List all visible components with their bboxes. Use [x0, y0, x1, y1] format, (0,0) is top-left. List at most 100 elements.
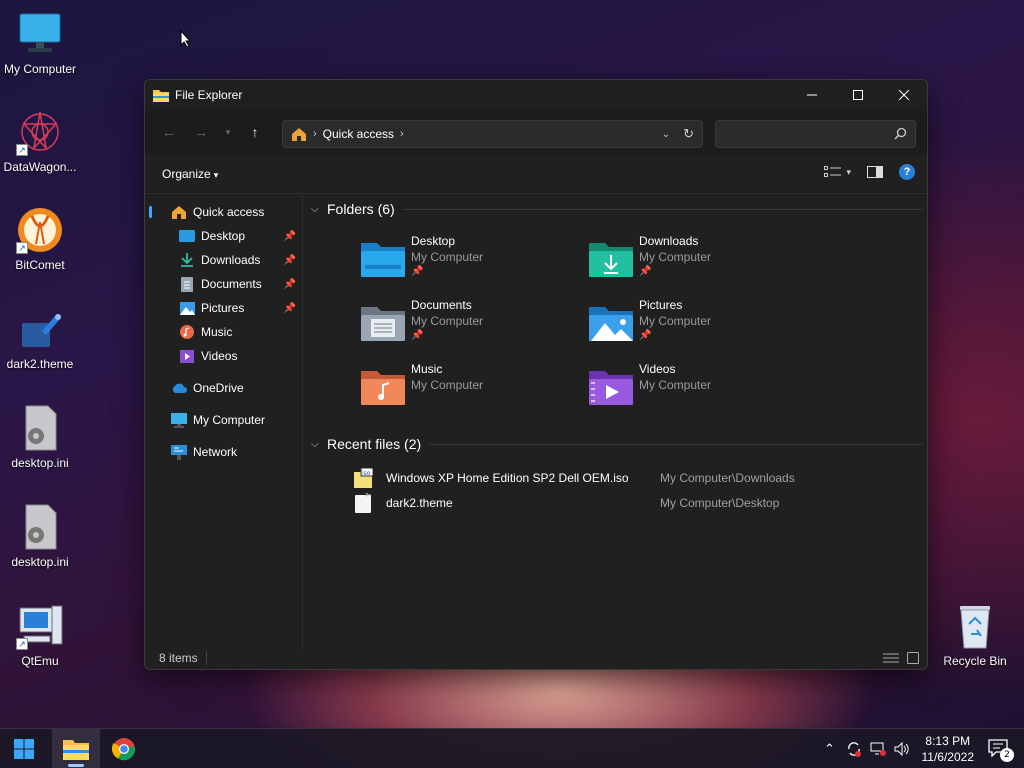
desktop-icon-recycle-bin[interactable]: Recycle Bin — [935, 602, 1015, 668]
folder-name: Music — [411, 362, 443, 376]
clock-time: 8:13 PM — [925, 734, 971, 748]
preview-pane-icon[interactable] — [867, 166, 883, 178]
search-box[interactable] — [715, 120, 916, 148]
folder-location: My Computer — [411, 314, 484, 328]
desktop-icon-my-computer[interactable]: My Computer — [0, 10, 80, 76]
chevron-down-icon: ⌵ — [311, 438, 319, 450]
desktop-icon-datawagon[interactable]: ↗ DataWagon... — [0, 108, 80, 174]
folder-location: My Computer — [411, 378, 484, 392]
sync-icon[interactable] — [842, 729, 866, 768]
home-icon — [292, 128, 306, 141]
desktop-icon — [179, 228, 195, 244]
title-bar[interactable]: File Explorer — [145, 80, 927, 110]
back-button[interactable]: ← — [153, 118, 185, 146]
downloads-folder-icon — [589, 243, 633, 277]
sidebar-item-music[interactable]: Music — [145, 320, 302, 344]
organize-button[interactable]: Organize ▾ — [162, 167, 218, 181]
sidebar-item-label: Pictures — [201, 301, 245, 315]
sidebar-item-network[interactable]: Network — [145, 440, 302, 464]
file-explorer-window[interactable]: File Explorer ← → ▾ ↑ › Quick access › ⌄… — [144, 79, 928, 670]
recent-files-group-header[interactable]: ⌵ Recent files (2) — [311, 436, 923, 452]
desktop-icon-label: BitComet — [15, 258, 65, 272]
file-location: My Computer\Downloads — [660, 471, 795, 485]
chevron-down-icon: ▾ — [225, 126, 231, 137]
sidebar-item-desktop[interactable]: Desktop 📌 — [145, 224, 302, 248]
folder-tile-downloads[interactable]: Downloads My Computer 📌 — [589, 233, 809, 289]
volume-icon[interactable] — [890, 729, 914, 768]
documents-folder-icon — [361, 307, 405, 341]
file-name: Windows XP Home Edition SP2 Dell OEM.iso — [386, 471, 629, 485]
address-bar[interactable]: › Quick access › ⌄ ↻ — [282, 120, 703, 148]
desktop-icon-desktop-ini-1[interactable]: desktop.ini — [0, 404, 80, 470]
folder-tile-documents[interactable]: Documents My Computer 📌 — [361, 297, 581, 353]
chevron-down-icon[interactable]: ⌄ — [662, 129, 670, 140]
taskbar-file-explorer[interactable] — [52, 728, 100, 768]
pin-icon: 📌 — [411, 266, 424, 277]
breadcrumb[interactable]: Quick access — [323, 127, 394, 141]
taskbar-chrome[interactable] — [100, 729, 148, 768]
search-input[interactable] — [716, 121, 886, 147]
view-options-button[interactable]: ▾ — [824, 166, 851, 178]
desktop-icon-label: My Computer — [3, 62, 77, 76]
desktop-icon-label: DataWagon... — [3, 160, 77, 174]
sidebar-item-documents[interactable]: Documents 📌 — [145, 272, 302, 296]
close-button[interactable] — [881, 80, 927, 110]
desktop-icon-label: desktop.ini — [11, 456, 69, 470]
settings-file-icon — [16, 404, 64, 452]
pin-icon: 📌 — [283, 278, 296, 290]
chevron-up-icon[interactable]: ⌃ — [818, 729, 842, 768]
folder-tile-desktop[interactable]: Desktop My Computer 📌 — [361, 233, 581, 289]
recent-file-row-iso[interactable] — [355, 545, 915, 569]
folders-group-header[interactable]: ⌵ Folders (6) — [311, 201, 923, 217]
settings-file-icon — [16, 503, 64, 551]
pictures-icon — [179, 300, 195, 316]
recent-file-row[interactable]: dark2.theme My Computer\Desktop — [353, 491, 913, 515]
chevron-down-icon: ⌵ — [311, 203, 319, 215]
status-bar: 8 items — [145, 647, 927, 669]
notification-center-button[interactable]: 2 — [988, 739, 1014, 762]
minimize-button[interactable] — [789, 80, 835, 110]
home-icon — [171, 204, 187, 220]
desktop-icon-desktop-ini-2[interactable]: desktop.ini — [0, 503, 80, 569]
refresh-icon[interactable]: ↻ — [683, 126, 694, 142]
search-icon — [894, 127, 907, 140]
item-count: 8 items — [159, 651, 207, 665]
start-button[interactable] — [0, 729, 48, 768]
desktop-icon-qtemu[interactable]: ↗ QtEmu — [0, 602, 80, 668]
sidebar-item-my-computer[interactable]: My Computer — [145, 408, 302, 432]
computer-icon — [171, 412, 187, 428]
folder-tile-pictures[interactable]: Pictures My Computer 📌 — [589, 297, 809, 353]
recent-locations-button[interactable]: ▾ — [217, 118, 239, 146]
folder-tile-music[interactable]: Music My Computer — [361, 361, 581, 417]
folder-tile-videos[interactable]: Videos My Computer — [589, 361, 809, 417]
forward-button[interactable]: → — [185, 118, 217, 146]
organize-label: Organize — [162, 166, 211, 181]
clock-date: 11/6/2022 — [921, 750, 975, 764]
network-status-icon[interactable] — [866, 729, 890, 768]
help-icon[interactable]: ? — [899, 164, 915, 180]
up-button[interactable]: ↑ — [239, 118, 271, 146]
music-icon — [179, 324, 195, 340]
desktop-icon-dark2-theme[interactable]: dark2.theme — [0, 305, 80, 371]
clock[interactable]: 8:13 PM 11/6/2022 — [922, 733, 975, 765]
desktop-icon-bitcomet[interactable]: ↗ BitComet — [0, 206, 80, 272]
maximize-button[interactable] — [835, 80, 881, 110]
folder-icon — [63, 739, 89, 760]
sidebar-item-onedrive[interactable]: OneDrive — [145, 376, 302, 400]
pin-icon: 📌 — [283, 302, 296, 314]
pictures-folder-icon — [589, 307, 633, 341]
sidebar-item-pictures[interactable]: Pictures 📌 — [145, 296, 302, 320]
sidebar-item-quick-access[interactable]: Quick access — [145, 200, 302, 224]
group-title: Folders (6) — [327, 201, 395, 217]
sidebar-item-label: Videos — [201, 349, 238, 363]
sidebar-item-videos[interactable]: Videos — [145, 344, 302, 368]
sidebar-item-label: My Computer — [193, 413, 266, 427]
recent-file-row[interactable]: iso Windows XP Home Edition SP2 Dell OEM… — [353, 466, 913, 490]
chevron-right-icon[interactable]: › — [400, 128, 404, 140]
sidebar-item-downloads[interactable]: Downloads 📌 — [145, 248, 302, 272]
large-icons-view-icon[interactable] — [907, 652, 919, 664]
file-location: My Computer\Desktop — [660, 496, 780, 510]
details-view-icon[interactable] — [883, 652, 899, 664]
network-icon — [171, 444, 187, 460]
download-icon — [179, 252, 195, 268]
